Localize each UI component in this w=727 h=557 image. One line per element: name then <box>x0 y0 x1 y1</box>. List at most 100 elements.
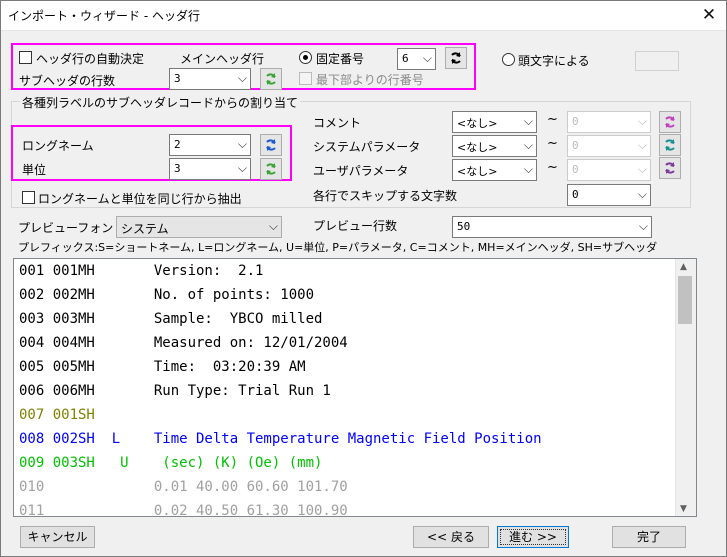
refresh-sysparam-button[interactable] <box>659 134 681 156</box>
userparam-value: <なし> <box>457 165 498 178</box>
preview-panel[interactable]: 001 001MH Version: 2.1 002 002MH No. of p… <box>13 258 697 517</box>
preview-rows-select[interactable]: 50 ⌵ <box>452 216 652 238</box>
preview-rows-value: 50 <box>457 220 471 233</box>
fixed-number-radio[interactable] <box>299 51 312 64</box>
units-value: 3 <box>174 162 181 175</box>
sysparam-tilde: ~ <box>547 136 558 151</box>
preview-font-label: プレビューフォント <box>18 221 126 235</box>
refresh-subheader-button[interactable] <box>260 68 282 90</box>
comment-tilde: ~ <box>547 112 558 127</box>
from-bottom-checkbox[interactable] <box>299 72 312 85</box>
longname-value: 2 <box>174 138 181 151</box>
skip-chars-value: 0 <box>572 188 579 201</box>
from-bottom-label: 最下部よりの行番号 <box>316 73 424 87</box>
comment-label: コメント <box>313 116 362 130</box>
refresh-icon <box>266 139 276 151</box>
fixed-number-label: 固定番号 <box>316 52 365 66</box>
sysparam-to-select[interactable]: 0 ⌵ <box>567 135 651 157</box>
subheader-rows-select[interactable]: 3 ⌵ <box>169 68 251 90</box>
chevron-down-icon: ⌵ <box>237 161 247 175</box>
subheader-rows-value: 3 <box>174 72 181 85</box>
userparam-to-value: 0 <box>572 163 579 176</box>
refresh-icon <box>665 116 675 128</box>
comment-select[interactable]: <なし> ⌵ <box>452 111 537 133</box>
refresh-userparam-button[interactable] <box>659 157 681 179</box>
scroll-up-icon[interactable]: ▲ <box>680 262 687 272</box>
refresh-longname-button[interactable] <box>260 134 282 156</box>
skip-chars-select[interactable]: 0 ⌵ <box>567 184 651 206</box>
chevron-down-icon: ⌵ <box>523 162 533 176</box>
same-row-checkbox[interactable] <box>22 191 35 204</box>
chevron-down-icon: ⌵ <box>268 219 278 233</box>
auto-detect-checkbox[interactable] <box>19 51 32 64</box>
preview-font-select[interactable]: システム ⌵ <box>116 216 282 238</box>
units-label: 単位 <box>22 163 47 177</box>
preview-line: 002 002MH No. of points: 1000 <box>19 287 315 303</box>
subheader-rows-label: サブヘッダの行数 <box>19 74 116 88</box>
comment-to-value: 0 <box>572 115 579 128</box>
back-button[interactable]: << 戻る <box>413 526 489 548</box>
preview-line: 009 003SH U (sec) (K) (Oe) (mm) <box>19 455 323 471</box>
scroll-down-icon[interactable]: ▼ <box>680 504 687 514</box>
sysparam-to-value: 0 <box>572 139 579 152</box>
refresh-icon <box>451 52 461 64</box>
chevron-down-icon: ⌵ <box>638 219 648 233</box>
chevron-down-icon: ⌵ <box>237 71 247 85</box>
auto-detect-label: ヘッダ行の自動決定 <box>36 52 145 66</box>
chevron-down-icon: ⌵ <box>523 114 533 128</box>
userparam-tilde: ~ <box>547 160 558 175</box>
chevron-down-icon: ⌵ <box>637 138 647 152</box>
longname-select[interactable]: 2 ⌵ <box>169 134 251 156</box>
chevron-down-icon: ⌵ <box>637 114 647 128</box>
first-char-radio[interactable] <box>502 53 515 66</box>
preview-line: 008 002SH L Time Delta Temperature Magne… <box>19 431 542 447</box>
close-icon[interactable]: ✕ <box>697 4 721 26</box>
next-button[interactable]: 進む >> <box>497 526 569 548</box>
fixed-number-value: 6 <box>402 52 409 65</box>
preview-line: 003 003MH Sample: YBCO milled <box>19 311 323 327</box>
window-title: インポート・ウィザード - ヘッダ行 <box>8 9 200 23</box>
preview-line: 005 005MH Time: 03:20:39 AM <box>19 359 306 375</box>
preview-rows-label: プレビュー行数 <box>313 219 398 233</box>
same-row-label: ロングネームと単位を同じ行から抽出 <box>38 192 242 206</box>
finish-button[interactable]: 完了 <box>612 526 686 548</box>
userparam-to-select[interactable]: 0 ⌵ <box>567 159 651 181</box>
comment-value: <なし> <box>457 117 498 130</box>
assign-group-title: 各種列ラベルのサブヘッダレコードからの割り当て <box>20 94 301 111</box>
fixed-number-select[interactable]: 6 ⌵ <box>397 48 436 70</box>
refresh-units-button[interactable] <box>260 158 282 180</box>
refresh-icon <box>665 139 675 151</box>
refresh-fixed-button[interactable] <box>445 47 467 69</box>
chevron-down-icon: ⌵ <box>237 137 247 151</box>
preview-line: 004 004MH Measured on: 12/01/2004 <box>19 335 348 351</box>
longname-label: ロングネーム <box>22 139 94 153</box>
prefix-legend: プレフィックス:S=ショートネーム, L=ロングネーム, U=単位, P=パラメ… <box>18 241 658 254</box>
chevron-down-icon: ⌵ <box>637 187 647 201</box>
preview-line: 011 0.02 40.50 61.30 100.90 <box>19 503 348 517</box>
refresh-icon <box>665 162 675 174</box>
skip-chars-label: 各行でスキップする文字数 <box>313 189 458 203</box>
sysparam-label: システムパラメータ <box>313 140 421 154</box>
sysparam-select[interactable]: <なし> ⌵ <box>452 135 537 157</box>
scroll-thumb[interactable] <box>678 276 692 324</box>
chevron-down-icon: ⌵ <box>523 138 533 152</box>
focus-ring <box>500 529 566 545</box>
cancel-button[interactable]: キャンセル <box>20 526 95 548</box>
first-char-label: 頭文字による <box>518 54 590 68</box>
sysparam-value: <なし> <box>457 141 498 154</box>
preview-line: 010 0.01 40.00 60.60 101.70 <box>19 479 348 495</box>
main-header-label: メインヘッダ行 <box>180 52 265 66</box>
preview-line: 001 001MH Version: 2.1 <box>19 263 264 279</box>
units-select[interactable]: 3 ⌵ <box>169 158 251 180</box>
refresh-icon <box>266 163 276 175</box>
chevron-down-icon: ⌵ <box>422 51 432 65</box>
userparam-select[interactable]: <なし> ⌵ <box>452 159 537 181</box>
preview-line: 006 006MH Run Type: Trial Run 1 <box>19 383 331 399</box>
first-char-input[interactable] <box>635 51 679 71</box>
preview-line: 007 001SH <box>19 407 95 423</box>
chevron-down-icon: ⌵ <box>637 162 647 176</box>
refresh-icon <box>266 73 276 85</box>
refresh-comment-button[interactable] <box>659 111 681 133</box>
userparam-label: ユーザパラメータ <box>313 164 409 178</box>
comment-to-select[interactable]: 0 ⌵ <box>567 111 651 133</box>
